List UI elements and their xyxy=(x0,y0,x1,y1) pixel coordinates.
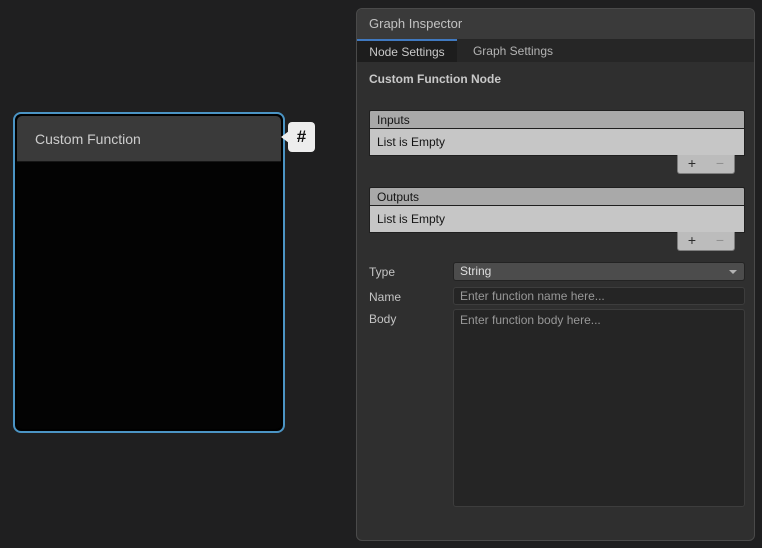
node-preview-area xyxy=(17,162,281,429)
type-dropdown[interactable]: String xyxy=(453,262,745,281)
node-header[interactable]: Custom Function xyxy=(17,116,281,162)
outputs-empty-label: List is Empty xyxy=(377,212,445,226)
inputs-empty-label: List is Empty xyxy=(377,135,445,149)
body-row: Body xyxy=(369,309,745,507)
minus-icon: − xyxy=(716,232,724,248)
function-name-input[interactable] xyxy=(453,287,745,305)
type-label: Type xyxy=(369,262,453,279)
inputs-add-button[interactable]: + xyxy=(678,155,706,173)
minus-icon: − xyxy=(716,155,724,171)
type-dropdown-value: String xyxy=(460,264,491,278)
inspector-content: Custom Function Node Inputs List is Empt… xyxy=(357,62,754,507)
plus-icon: + xyxy=(688,155,696,171)
inspector-tabstrip: Node Settings Graph Settings xyxy=(357,39,754,62)
tab-graph-settings-label: Graph Settings xyxy=(473,44,553,58)
inputs-empty-row: List is Empty xyxy=(369,128,745,156)
outputs-list-header[interactable]: Outputs xyxy=(369,187,745,205)
tab-node-settings-label: Node Settings xyxy=(369,45,444,59)
outputs-list: Outputs List is Empty + − xyxy=(369,187,745,251)
graph-inspector-panel: Graph Inspector Node Settings Graph Sett… xyxy=(356,8,755,541)
inputs-list-footer: + − xyxy=(677,155,735,174)
tab-graph-settings[interactable]: Graph Settings xyxy=(457,39,569,62)
outputs-empty-row: List is Empty xyxy=(369,205,745,233)
inputs-list: Inputs List is Empty + − xyxy=(369,110,745,174)
panel-title-label: Graph Inspector xyxy=(369,16,462,31)
plus-icon: + xyxy=(688,232,696,248)
inputs-remove-button[interactable]: − xyxy=(706,155,734,173)
hash-badge-icon[interactable]: # xyxy=(288,122,315,152)
tab-node-settings[interactable]: Node Settings xyxy=(357,39,457,62)
node-type-heading: Custom Function Node xyxy=(369,72,745,86)
panel-title[interactable]: Graph Inspector xyxy=(357,9,754,39)
custom-function-node-frame: Custom Function xyxy=(17,116,281,429)
body-label: Body xyxy=(369,309,453,326)
hash-badge-label: # xyxy=(297,127,306,147)
function-body-textarea[interactable] xyxy=(453,309,745,507)
inputs-list-title: Inputs xyxy=(377,113,410,127)
custom-function-node[interactable]: Custom Function xyxy=(13,112,285,433)
name-row: Name xyxy=(369,287,745,305)
outputs-remove-button[interactable]: − xyxy=(706,232,734,250)
node-title: Custom Function xyxy=(35,131,141,147)
name-label: Name xyxy=(369,287,453,304)
outputs-list-footer: + − xyxy=(677,232,735,251)
outputs-add-button[interactable]: + xyxy=(678,232,706,250)
type-row: Type String xyxy=(369,262,745,281)
chevron-down-icon xyxy=(729,270,737,274)
inputs-list-header[interactable]: Inputs xyxy=(369,110,745,128)
outputs-list-title: Outputs xyxy=(377,190,419,204)
